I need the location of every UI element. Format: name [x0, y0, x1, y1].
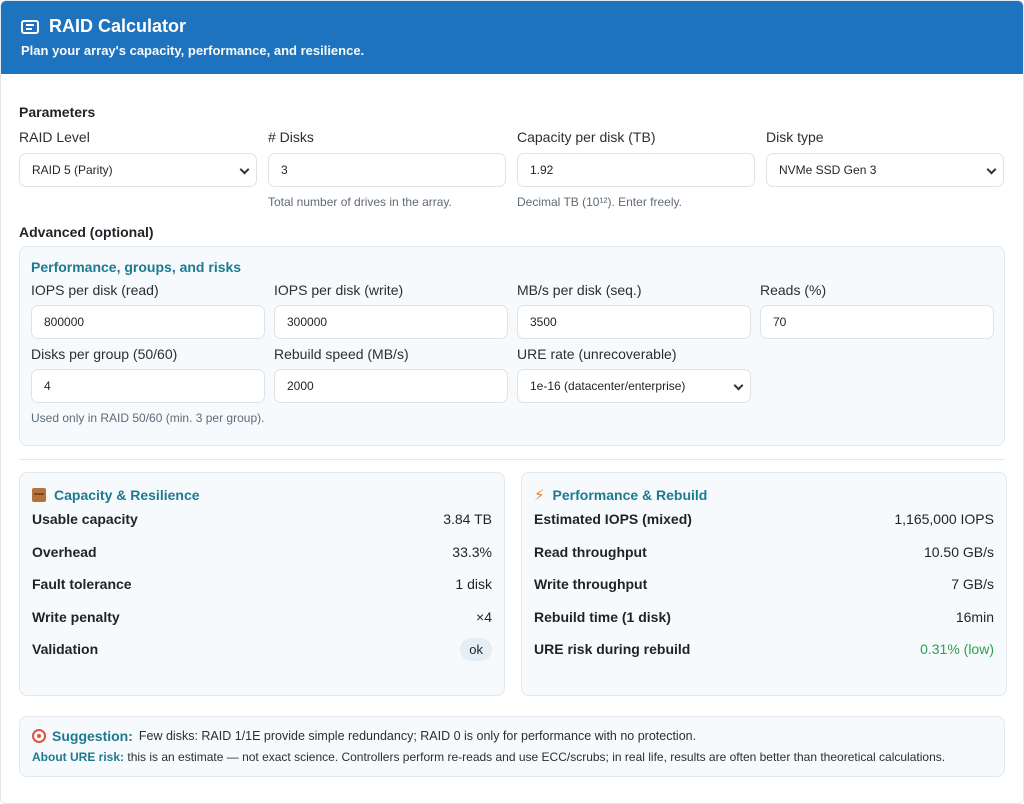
- raid-level-group: RAID Level RAID 5 (Parity): [19, 120, 257, 210]
- app-header: RAID Calculator Plan your array's capaci…: [1, 1, 1023, 74]
- reads-group: Reads (%) 70: [760, 275, 994, 339]
- capacity-row-key: Write penalty: [32, 608, 120, 625]
- validation-key: Validation: [32, 641, 99, 658]
- page-title: RAID Calculator: [49, 16, 187, 36]
- advanced-panel: Performance, groups, and risks IOPS per …: [19, 246, 1005, 446]
- disk-type-label: Disk type: [766, 129, 824, 145]
- title-row: RAID Calculator: [21, 16, 1003, 37]
- mbs-input[interactable]: 3500: [517, 305, 751, 339]
- capacity-card-title: Capacity & Resilience: [32, 487, 492, 503]
- suggestion-line: Suggestion: Few disks: RAID 1/1E provide…: [32, 728, 992, 744]
- ure-note-label: About URE risk:: [32, 750, 125, 764]
- iops-write-label: IOPS per disk (write): [274, 282, 404, 298]
- empty-cell: [760, 339, 994, 426]
- iops-write-input[interactable]: 300000: [274, 305, 508, 339]
- capacity-row-value: 1 disk: [455, 576, 492, 593]
- mbs-label: MB/s per disk (seq.): [517, 282, 642, 298]
- advanced-title: Advanced (optional): [19, 224, 154, 240]
- performance-row: Estimated IOPS (mixed) 1,165,000 IOPS: [534, 503, 994, 536]
- results-cards: Capacity & Resilience Usable capacity 3.…: [19, 472, 1007, 696]
- capacity-label: Capacity per disk (TB): [517, 129, 656, 145]
- iops-read-input[interactable]: 800000: [31, 305, 265, 339]
- performance-row-value: 7 GB/s: [951, 576, 994, 593]
- performance-row-key: Estimated IOPS (mixed): [534, 511, 692, 528]
- box-icon: [32, 488, 46, 502]
- iops-read-group: IOPS per disk (read) 800000: [31, 275, 265, 339]
- capacity-row: Fault tolerance 1 disk: [32, 568, 492, 601]
- performance-card: ⚡ Performance & Rebuild Estimated IOPS (…: [521, 472, 1007, 696]
- raid-calculator-window: RAID Calculator Plan your array's capaci…: [0, 0, 1024, 804]
- capacity-row-key: Usable capacity: [32, 511, 138, 528]
- section-divider: [19, 459, 1005, 460]
- suggestion-text: Few disks: RAID 1/1E provide simple redu…: [138, 729, 697, 743]
- validation-badge: ok: [460, 637, 492, 661]
- ure-select[interactable]: 1e-16 (datacenter/enterprise): [517, 369, 751, 403]
- capacity-input[interactable]: 1.92: [517, 153, 755, 187]
- performance-row-value: 16min: [955, 608, 994, 625]
- mbs-group: MB/s per disk (seq.) 3500: [517, 275, 751, 339]
- capacity-row-value: ×4: [476, 608, 492, 625]
- capacity-row-key: Fault tolerance: [32, 576, 132, 593]
- target-icon: [32, 729, 46, 743]
- ure-note-text: this is an estimate — not exact science.…: [127, 750, 946, 764]
- group-size-group: Disks per group (50/60) 4 Used only in R…: [31, 339, 265, 426]
- suggestion-label: Suggestion:: [52, 728, 133, 744]
- parameters-title: Parameters: [19, 104, 96, 120]
- ure-risk-value: 0.31% (low): [920, 641, 994, 658]
- rebuild-speed-input[interactable]: 2000: [274, 369, 508, 403]
- disks-input[interactable]: 3: [268, 153, 506, 187]
- disk-type-select[interactable]: NVMe SSD Gen 3: [766, 153, 1004, 187]
- validation-row: Validation ok: [32, 633, 492, 666]
- performance-row: URE risk during rebuild 0.31% (low): [534, 633, 994, 666]
- iops-write-group: IOPS per disk (write) 300000: [274, 275, 508, 339]
- suggestion-box: Suggestion: Few disks: RAID 1/1E provide…: [19, 716, 1005, 777]
- capacity-hint: Decimal TB (10¹²). Enter freely.: [517, 195, 682, 209]
- capacity-row-value: 3.84 TB: [443, 511, 492, 528]
- capacity-row: Write penalty ×4: [32, 601, 492, 634]
- advanced-subtitle: Performance, groups, and risks: [31, 259, 242, 275]
- performance-row-value: 1,165,000 IOPS: [894, 511, 994, 528]
- capacity-row: Overhead 33.3%: [32, 536, 492, 569]
- performance-row-key: Write throughput: [534, 576, 648, 593]
- group-size-label: Disks per group (50/60): [31, 346, 178, 362]
- main-content: Parameters RAID Level RAID 5 (Parity) # …: [1, 104, 1023, 777]
- ure-note: About URE risk: this is an estimate — no…: [32, 749, 992, 765]
- performance-card-title-text: Performance & Rebuild: [552, 487, 708, 503]
- disk-type-group: Disk type NVMe SSD Gen 3: [766, 120, 1004, 210]
- group-size-input[interactable]: 4: [31, 369, 265, 403]
- group-size-hint: Used only in RAID 50/60 (min. 3 per grou…: [31, 411, 265, 425]
- performance-card-title: ⚡ Performance & Rebuild: [534, 487, 994, 503]
- performance-row: Read throughput 10.50 GB/s: [534, 536, 994, 569]
- performance-row-key: Read throughput: [534, 543, 647, 560]
- performance-row-key: Rebuild time (1 disk): [534, 608, 671, 625]
- disks-hint: Total number of drives in the array.: [268, 195, 452, 209]
- rebuild-speed-label: Rebuild speed (MB/s): [274, 346, 409, 362]
- performance-row-value: 10.50 GB/s: [923, 543, 994, 560]
- performance-row: Write throughput 7 GB/s: [534, 568, 994, 601]
- reads-input[interactable]: 70: [760, 305, 994, 339]
- rebuild-speed-group: Rebuild speed (MB/s) 2000: [274, 339, 508, 426]
- raid-level-select[interactable]: RAID 5 (Parity): [19, 153, 257, 187]
- performance-row-key: URE risk during rebuild: [534, 641, 691, 658]
- performance-row: Rebuild time (1 disk) 16min: [534, 601, 994, 634]
- capacity-row: Usable capacity 3.84 TB: [32, 503, 492, 536]
- page-subtitle: Plan your array's capacity, performance,…: [21, 43, 365, 58]
- parameters-grid: RAID Level RAID 5 (Parity) # Disks 3 Tot…: [19, 120, 1005, 210]
- capacity-card-title-text: Capacity & Resilience: [54, 487, 200, 503]
- capacity-row-key: Overhead: [32, 543, 97, 560]
- capacity-card: Capacity & Resilience Usable capacity 3.…: [19, 472, 505, 696]
- calculator-icon: [21, 19, 39, 34]
- raid-level-label: RAID Level: [19, 129, 90, 145]
- disks-label: # Disks: [268, 129, 314, 145]
- ure-label: URE rate (unrecoverable): [517, 346, 677, 362]
- reads-label: Reads (%): [760, 282, 827, 298]
- capacity-row-value: 33.3%: [452, 543, 492, 560]
- capacity-group: Capacity per disk (TB) 1.92 Decimal TB (…: [517, 120, 755, 210]
- disks-group: # Disks 3 Total number of drives in the …: [268, 120, 506, 210]
- advanced-grid: IOPS per disk (read) 800000 IOPS per dis…: [31, 275, 994, 426]
- ure-group: URE rate (unrecoverable) 1e-16 (datacent…: [517, 339, 751, 426]
- iops-read-label: IOPS per disk (read): [31, 282, 159, 298]
- bolt-icon: ⚡: [534, 486, 545, 504]
